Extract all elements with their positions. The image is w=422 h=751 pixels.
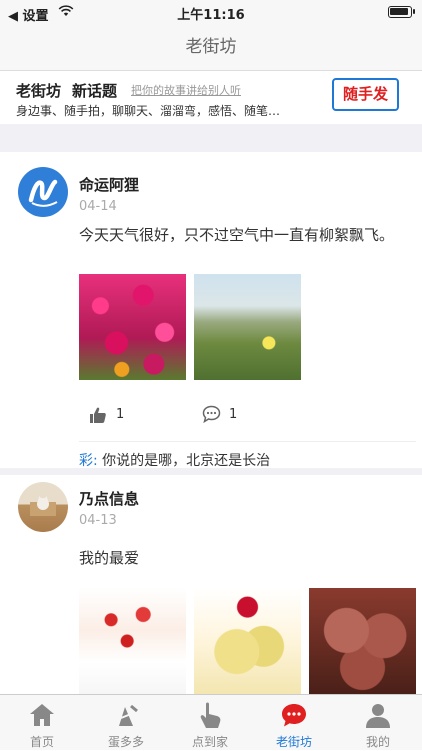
- comment-text: 你说的是哪，北京还是长治: [102, 453, 271, 469]
- person-icon: [366, 704, 390, 728]
- avatar-logo-icon: [28, 179, 58, 207]
- tab-me-label: 我的: [365, 735, 390, 749]
- tab-home-label: 首页: [29, 735, 54, 749]
- post-card[interactable]: 命运阿狸 04-14 今天天气很好，只不过空气中一直有柳絮飘飞。 1 1 彩: …: [0, 152, 422, 470]
- tab-bar: 首页 蛋多多 点到家 老街坊 我的: [0, 694, 422, 750]
- page-title: 老街坊: [185, 37, 237, 57]
- status-bar: ◀ 设置 上午11:16: [0, 0, 422, 24]
- post-image-chocolate-icecream[interactable]: [309, 588, 416, 694]
- tab-tap[interactable]: 点到家: [168, 695, 252, 751]
- post-image-flowers[interactable]: [79, 274, 186, 380]
- comment-item[interactable]: 彩: 你说的是哪，北京还是长治: [79, 450, 270, 470]
- avatar[interactable]: [18, 167, 68, 217]
- egg-icon: [119, 704, 138, 726]
- battery-tip: [413, 9, 415, 14]
- tab-tap-label: 点到家: [191, 735, 228, 749]
- post-author[interactable]: 命运阿狸: [79, 174, 139, 195]
- post-date: 04-14: [79, 199, 117, 214]
- avatar[interactable]: [18, 482, 68, 532]
- topic-bar: 老街坊 新话题 把你的故事讲给别人听 身边事、随手拍，聊聊天、溜溜弯，感悟、随笔…: [0, 72, 422, 124]
- home-icon: [30, 704, 54, 726]
- comment-icon[interactable]: [202, 405, 221, 423]
- post-button[interactable]: 随手发: [332, 78, 399, 111]
- tab-home[interactable]: 首页: [0, 695, 84, 751]
- post-content: 今天天气很好，只不过空气中一直有柳絮飘飞。: [79, 226, 395, 244]
- post-content: 我的最爱: [79, 549, 140, 567]
- post-image-grass[interactable]: [194, 274, 301, 380]
- chat-icon: [282, 704, 306, 727]
- comment-divider: [79, 441, 416, 442]
- tab-me[interactable]: 我的: [336, 695, 420, 751]
- topic-subtitle: 新话题: [72, 82, 118, 100]
- section-divider: [0, 124, 422, 152]
- comment-count: 1: [229, 407, 238, 422]
- like-icon[interactable]: [89, 406, 107, 424]
- nav-bar: 老街坊: [0, 24, 422, 71]
- battery-icon: [388, 6, 412, 18]
- tab-egg-label: 蛋多多: [107, 735, 144, 749]
- tab-egg[interactable]: 蛋多多: [84, 695, 168, 751]
- comment-author: 彩:: [79, 453, 98, 469]
- topic-tags: 身边事、随手拍，聊聊天、溜溜弯，感悟、随笔…: [16, 104, 281, 118]
- topic-title: 老街坊: [16, 82, 62, 100]
- post-author[interactable]: 乃点信息: [79, 488, 139, 509]
- avatar-cat-icon: [30, 496, 56, 516]
- section-divider: [0, 468, 422, 475]
- clock: 上午11:16: [177, 8, 245, 23]
- topic-hint: 把你的故事讲给别人听: [131, 84, 241, 97]
- tab-neighborhood-label: 老街坊: [275, 735, 312, 749]
- post-image-sundae[interactable]: [79, 588, 186, 694]
- post-date: 04-13: [79, 513, 117, 528]
- post-image-noodle-icecream[interactable]: [194, 588, 301, 694]
- tab-neighborhood[interactable]: 老街坊: [252, 695, 336, 751]
- like-count: 1: [116, 407, 125, 422]
- tap-icon: [200, 702, 221, 728]
- post-card[interactable]: 乃点信息 04-13 我的最爱: [0, 475, 422, 694]
